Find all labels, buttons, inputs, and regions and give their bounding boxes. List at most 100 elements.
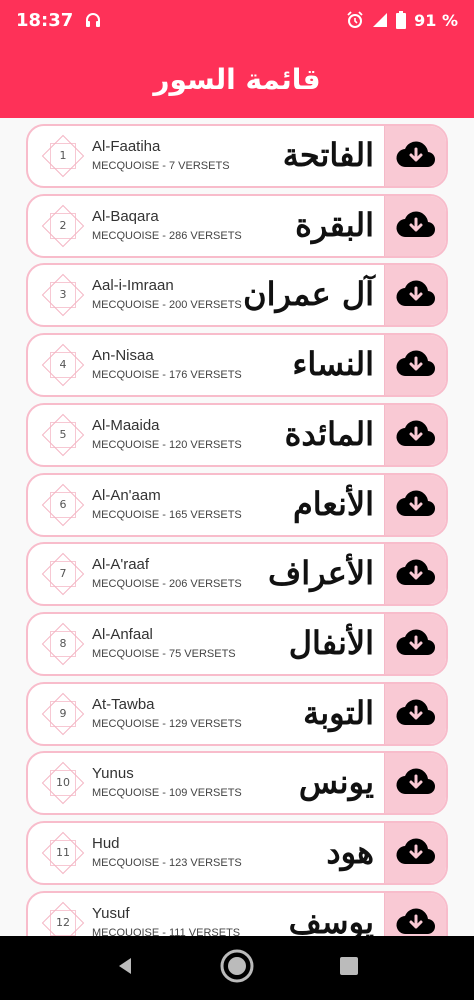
- surah-number: 9: [59, 706, 67, 720]
- surah-info[interactable]: 2 Al-Baqara MECQUOISE - 286 VERSETS البقرة: [28, 196, 384, 256]
- signal-icon: [372, 12, 388, 28]
- surah-arabic-name: المائدة: [284, 414, 374, 453]
- surah-name: Al-Baqara: [92, 207, 159, 225]
- download-button[interactable]: [384, 474, 446, 535]
- surah-number-badge: 12: [40, 900, 86, 936]
- download-button[interactable]: [384, 823, 446, 883]
- surah-meta: MECQUOISE - 129 VERSETS: [92, 717, 242, 730]
- surah-arabic-name: الأنفال: [288, 623, 374, 662]
- download-button[interactable]: [384, 265, 446, 326]
- back-icon[interactable]: [115, 956, 135, 980]
- surah-row[interactable]: 5 Al-Maaida MECQUOISE - 120 VERSETS المائدة: [26, 402, 448, 467]
- surah-name: Hud: [92, 835, 120, 852]
- surah-number: 11: [56, 846, 70, 859]
- navigation-bar: [0, 936, 474, 1000]
- surah-number-badge: 1: [40, 133, 86, 179]
- surah-info[interactable]: 1 Al-Faatiha MECQUOISE - 7 VERSETS الفاتحة: [28, 126, 384, 186]
- surah-name: Yusuf: [92, 904, 130, 922]
- alarm-icon: [346, 11, 364, 29]
- surah-number: 7: [59, 567, 67, 581]
- surah-number: 5: [59, 427, 67, 441]
- surah-arabic-name: هود: [326, 833, 374, 871]
- surah-row[interactable]: 9 At-Tawba MECQUOISE - 129 VERSETS التوبة: [26, 681, 448, 746]
- cloud-download-icon: [395, 906, 436, 936]
- surah-name: Al-A'raaf: [92, 556, 150, 574]
- cloud-download-icon: [395, 418, 436, 452]
- download-button[interactable]: [384, 195, 446, 256]
- cloud-download-icon: [395, 139, 436, 173]
- surah-name: Aal-i-Imraan: [92, 277, 174, 295]
- download-button[interactable]: [384, 613, 446, 674]
- download-button[interactable]: [384, 335, 446, 396]
- surah-row[interactable]: 7 Al-A'raaf MECQUOISE - 206 VERSETS الأعراف: [26, 542, 448, 607]
- surah-info[interactable]: 11 Hud MECQUOISE - 123 VERSETS هود: [28, 823, 384, 883]
- surah-row[interactable]: 6 Al-An'aam MECQUOISE - 165 VERSETS الأنعام: [26, 472, 448, 537]
- surah-number-badge: 7: [40, 551, 86, 597]
- battery-icon: [396, 11, 407, 29]
- surah-info[interactable]: 12 Yusuf MECQUOISE - 111 VERSETS يوسف: [28, 893, 384, 936]
- surah-info[interactable]: 7 Al-A'raaf MECQUOISE - 206 VERSETS الأعراف: [28, 544, 384, 604]
- surah-name: Yunus: [92, 765, 134, 783]
- surah-number: 4: [59, 358, 67, 372]
- headphones-icon: [85, 12, 101, 28]
- download-button[interactable]: [384, 404, 446, 465]
- download-button[interactable]: [384, 892, 446, 936]
- surah-row[interactable]: 11 Hud MECQUOISE - 123 VERSETS هود: [26, 821, 448, 885]
- surah-name: Al-An'aam: [92, 486, 161, 504]
- surah-list[interactable]: 1 Al-Faatiha MECQUOISE - 7 VERSETS الفاتحة 2…: [0, 118, 474, 936]
- surah-info[interactable]: 4 An-Nisaa MECQUOISE - 176 VERSETS النساء: [28, 335, 384, 395]
- surah-info[interactable]: 10 Yunus MECQUOISE - 109 VERSETS يونس: [28, 753, 384, 813]
- surah-arabic-name: النساء: [292, 345, 374, 384]
- surah-meta: MECQUOISE - 176 VERSETS: [92, 369, 242, 382]
- surah-arabic-name: آل عمران: [243, 275, 374, 314]
- surah-info[interactable]: 3 Aal-i-Imraan MECQUOISE - 200 VERSETS آل ع…: [28, 265, 384, 325]
- surah-row[interactable]: 10 Yunus MECQUOISE - 109 VERSETS يونس: [26, 751, 448, 816]
- surah-row[interactable]: 8 Al-Anfaal MECQUOISE - 75 VERSETS الأنفال: [26, 611, 448, 676]
- surah-arabic-name: البقرة: [295, 205, 374, 244]
- surah-number-badge: 4: [40, 342, 86, 388]
- surah-number-badge: 2: [40, 203, 86, 249]
- surah-number: 8: [59, 636, 67, 650]
- status-bar: 18:37 91 %: [0, 0, 474, 40]
- surah-name: Al-Anfaal: [92, 625, 153, 643]
- surah-number: 1: [59, 149, 67, 162]
- download-button[interactable]: [384, 683, 446, 744]
- surah-row[interactable]: 4 An-Nisaa MECQUOISE - 176 VERSETS النساء: [26, 333, 448, 398]
- surah-row[interactable]: 1 Al-Faatiha MECQUOISE - 7 VERSETS الفاتحة: [26, 124, 448, 188]
- cloud-download-icon: [395, 348, 436, 382]
- page-title: قائمة السور: [153, 62, 321, 96]
- home-icon[interactable]: [219, 948, 255, 988]
- surah-meta: MECQUOISE - 165 VERSETS: [92, 508, 242, 521]
- recents-icon[interactable]: [339, 956, 359, 980]
- surah-arabic-name: يوسف: [288, 902, 374, 936]
- surah-meta: MECQUOISE - 75 VERSETS: [92, 647, 236, 660]
- surah-row[interactable]: 12 Yusuf MECQUOISE - 111 VERSETS يوسف: [26, 890, 448, 936]
- cloud-download-icon: [395, 836, 436, 870]
- surah-meta: MECQUOISE - 286 VERSETS: [92, 229, 242, 242]
- surah-number-badge: 10: [40, 760, 86, 806]
- cloud-download-icon: [395, 627, 436, 661]
- surah-name: At-Tawba: [92, 695, 155, 713]
- surah-name: An-Nisaa: [92, 347, 154, 365]
- surah-row[interactable]: 2 Al-Baqara MECQUOISE - 286 VERSETS البقرة: [26, 193, 448, 258]
- surah-row[interactable]: 3 Aal-i-Imraan MECQUOISE - 200 VERSETS آل ع…: [26, 263, 448, 328]
- surah-meta: MECQUOISE - 206 VERSETS: [92, 578, 242, 591]
- surah-number: 2: [59, 218, 67, 232]
- cloud-download-icon: [395, 488, 436, 522]
- surah-info[interactable]: 9 At-Tawba MECQUOISE - 129 VERSETS التوبة: [28, 684, 384, 744]
- surah-info[interactable]: 5 Al-Maaida MECQUOISE - 120 VERSETS المائدة: [28, 405, 384, 465]
- surah-number: 3: [59, 288, 67, 302]
- download-button[interactable]: [384, 544, 446, 605]
- surah-info[interactable]: 8 Al-Anfaal MECQUOISE - 75 VERSETS الأنفال: [28, 614, 384, 674]
- download-button[interactable]: [384, 126, 446, 186]
- surah-arabic-name: يونس: [298, 763, 374, 802]
- surah-arabic-name: الفاتحة: [282, 136, 374, 174]
- surah-info[interactable]: 6 Al-An'aam MECQUOISE - 165 VERSETS الأنعام: [28, 475, 384, 535]
- download-button[interactable]: [384, 753, 446, 814]
- surah-number-badge: 8: [40, 621, 86, 667]
- surah-arabic-name: التوبة: [303, 693, 374, 732]
- surah-meta: MECQUOISE - 200 VERSETS: [92, 299, 242, 312]
- status-time: 18:37: [16, 9, 74, 31]
- surah-name: Al-Maaida: [92, 416, 160, 434]
- surah-meta: MECQUOISE - 109 VERSETS: [92, 787, 242, 800]
